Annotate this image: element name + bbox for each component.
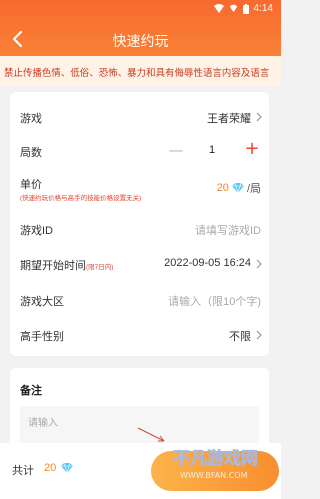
decrement-button[interactable]: —: [168, 142, 184, 158]
chevron-right-icon: [256, 112, 262, 122]
game-row[interactable]: 游戏 王者荣耀: [10, 98, 269, 134]
price-unit: /局: [246, 183, 261, 195]
submit-button[interactable]: [151, 451, 279, 491]
rounds-quantity[interactable]: 1: [200, 144, 224, 156]
total-label: 共计: [12, 465, 34, 477]
gender-label: 高手性别: [20, 331, 64, 343]
notice-text: 禁止传播色情、低俗、恐怖、暴力和具有侮辱性语言内容及语言: [4, 67, 270, 78]
chevron-right-icon: [256, 330, 262, 340]
game-id-label: 游戏ID: [20, 225, 53, 237]
start-time-label: 期望开始时间(限7日内): [20, 257, 113, 273]
increment-button[interactable]: +: [243, 140, 261, 158]
diamond-icon: [229, 4, 237, 13]
game-label: 游戏: [20, 113, 42, 125]
region-label: 游戏大区: [20, 296, 64, 308]
notice-banner: 禁止传播色情、低俗、恐怖、暴力和具有侮辱性语言内容及语言: [0, 56, 281, 86]
price-value: 20: [216, 182, 229, 194]
rounds-label: 局数: [20, 147, 42, 159]
order-form-card: 游戏 王者荣耀 局数 — 1 + 单价 (快速约玩价格与高手的技能价格设置无关)…: [10, 92, 269, 356]
diamond-icon: [231, 182, 244, 194]
status-bar: 4:14: [0, 0, 281, 18]
battery-icon: [242, 3, 249, 14]
chevron-right-icon: [256, 259, 262, 269]
gender-row[interactable]: 高手性别 不限: [10, 317, 269, 353]
bottom-bar: 共计 20: [0, 443, 281, 499]
status-time: 4:14: [253, 3, 273, 14]
gender-value: 不限: [229, 331, 251, 343]
rounds-row: 局数 — 1 +: [10, 134, 269, 170]
start-time-value: 2022-09-05 16:24: [164, 257, 251, 269]
game-id-input[interactable]: 请填写游戏ID: [195, 222, 261, 238]
remark-label: 备注: [20, 385, 42, 397]
start-time-label-text: 期望开始时间: [20, 260, 86, 272]
region-row[interactable]: 游戏大区 请输入（限10个字): [10, 282, 269, 318]
price-note: (快速约玩价格与高手的技能价格设置无关): [20, 195, 142, 202]
region-input[interactable]: 请输入（限10个字): [168, 293, 261, 309]
diamond-icon: [61, 462, 73, 474]
game-value: 王者荣耀: [207, 113, 251, 125]
price-display: 20 /局: [217, 180, 261, 196]
start-time-row[interactable]: 期望开始时间(限7日内) 2022-09-05 16:24: [10, 246, 269, 282]
navbar: 快速约玩: [0, 22, 281, 56]
header-bar: 4:14 快速约玩: [0, 0, 281, 56]
price-label: 单价: [20, 179, 42, 191]
game-id-row[interactable]: 游戏ID 请填写游戏ID: [10, 210, 269, 246]
wifi-icon: [213, 4, 224, 13]
start-time-hint: (限7日内): [86, 264, 114, 271]
total-value: 20: [44, 462, 57, 474]
page-title: 快速约玩: [112, 33, 169, 49]
